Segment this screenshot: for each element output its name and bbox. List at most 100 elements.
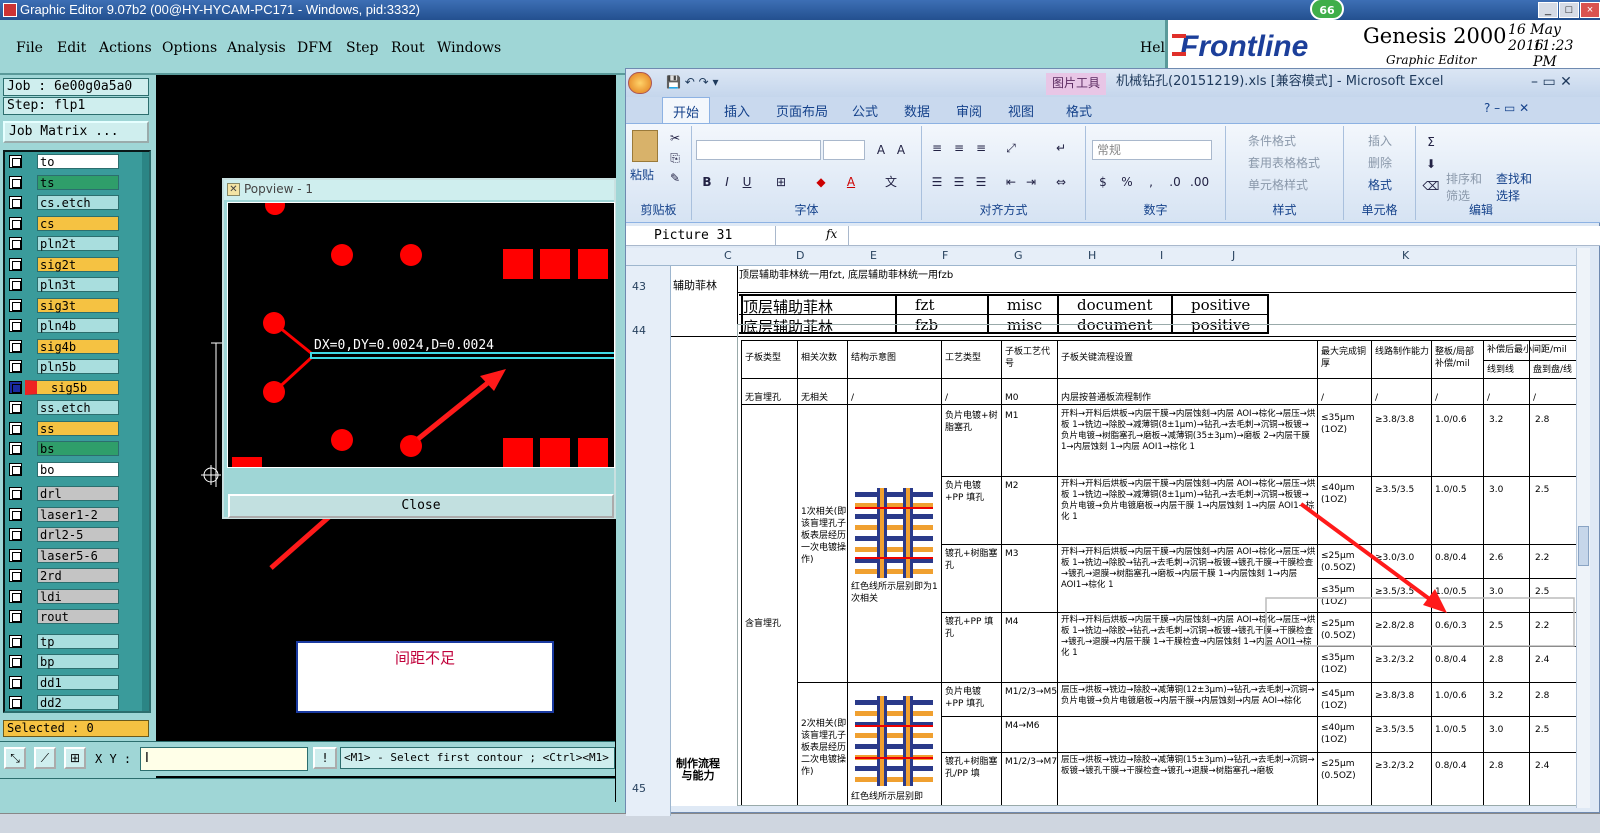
- conditional-format-button[interactable]: 条件格式: [1248, 132, 1296, 149]
- layer-name[interactable]: ldi: [37, 588, 119, 604]
- tab-page-layout[interactable]: 页面布局: [776, 101, 828, 120]
- row-header[interactable]: 43: [632, 280, 646, 293]
- grid-tool-icon[interactable]: ⊞: [64, 747, 86, 769]
- layer-name[interactable]: drl: [37, 486, 119, 501]
- font-size-select[interactable]: [823, 140, 865, 160]
- layer-checkbox[interactable]: [9, 655, 22, 668]
- layer-name[interactable]: cs.etch: [37, 195, 119, 210]
- layer-row[interactable]: ldi: [7, 588, 127, 604]
- layer-row[interactable]: ss: [7, 420, 127, 436]
- office-button-icon[interactable]: [628, 72, 652, 94]
- layer-row[interactable]: drl: [7, 486, 127, 501]
- excel-window-controls[interactable]: – ▭ ✕: [1531, 69, 1572, 95]
- insert-cells-button[interactable]: 插入: [1368, 132, 1392, 149]
- tab-review[interactable]: 审阅: [956, 101, 982, 120]
- popview-close-button[interactable]: Close: [228, 494, 614, 518]
- layer-name[interactable]: sig2t: [37, 256, 119, 272]
- layer-row[interactable]: pln3t: [7, 277, 127, 292]
- popview-close-icon[interactable]: ✕: [227, 183, 240, 196]
- layer-name[interactable]: bo: [37, 461, 119, 477]
- layer-checkbox[interactable]: [9, 339, 22, 353]
- layer-name[interactable]: ss.etch: [37, 400, 119, 415]
- merge-center-icon[interactable]: ⇔: [1052, 174, 1070, 190]
- layer-row[interactable]: pln2t: [7, 236, 127, 251]
- layer-name[interactable]: sig3t: [37, 297, 119, 313]
- align-center-icon[interactable]: ☰: [950, 174, 968, 190]
- layer-row[interactable]: drl2-5: [7, 527, 127, 542]
- bold-icon[interactable]: B: [698, 174, 716, 190]
- layer-row[interactable]: tp: [7, 633, 127, 649]
- layer-checkbox[interactable]: [9, 319, 22, 332]
- tab-data[interactable]: 数据: [904, 101, 930, 120]
- tab-home[interactable]: 开始: [662, 97, 711, 123]
- layer-checkbox[interactable]: [9, 257, 22, 271]
- layer-list-scrollbar[interactable]: [142, 152, 149, 711]
- layer-checkbox[interactable]: [9, 634, 22, 648]
- wrap-text-icon[interactable]: ↵: [1052, 140, 1070, 156]
- layer-checkbox[interactable]: [9, 421, 22, 435]
- find-select-button[interactable]: 查找和选择: [1496, 170, 1540, 204]
- layer-checkbox[interactable]: [9, 487, 22, 500]
- col-header[interactable]: G: [1014, 249, 1023, 262]
- col-header[interactable]: D: [796, 249, 804, 262]
- layer-row[interactable]: sig4b: [7, 338, 127, 354]
- layer-checkbox[interactable]: [9, 380, 22, 394]
- layer-name[interactable]: cs: [37, 215, 119, 231]
- layer-row[interactable]: 2rd: [7, 568, 127, 583]
- align-top-icon[interactable]: ≡: [928, 140, 946, 156]
- layer-checkbox[interactable]: [9, 216, 22, 230]
- menu-edit[interactable]: Edit: [57, 40, 86, 56]
- layer-name[interactable]: ts: [37, 174, 119, 190]
- layer-checkbox[interactable]: [9, 462, 22, 476]
- col-header[interactable]: F: [942, 249, 948, 262]
- layer-checkbox[interactable]: [9, 569, 22, 582]
- formula-input[interactable]: [848, 226, 1558, 245]
- layer-checkbox[interactable]: [9, 610, 22, 623]
- job-matrix-button[interactable]: Job Matrix ...: [3, 121, 149, 143]
- layer-row[interactable]: laser1-2: [7, 506, 127, 522]
- percent-icon[interactable]: %: [1118, 174, 1136, 190]
- layer-row[interactable]: dd2: [7, 695, 127, 710]
- layer-name[interactable]: dd2: [37, 695, 119, 710]
- close-window-button[interactable]: ×: [1580, 2, 1600, 18]
- copy-icon[interactable]: ⎘: [666, 150, 684, 166]
- info-icon[interactable]: !: [313, 747, 337, 769]
- layer-row[interactable]: ss.etch: [7, 400, 127, 415]
- layer-checkbox[interactable]: [9, 237, 22, 250]
- align-left-icon[interactable]: ☰: [928, 174, 946, 190]
- minimize-button[interactable]: _: [1538, 2, 1558, 18]
- name-box[interactable]: Picture 31: [626, 226, 776, 245]
- popview-canvas[interactable]: DX=0,DY=0.0024,D=0.0024: [227, 202, 615, 468]
- col-header[interactable]: K: [1402, 249, 1409, 262]
- col-header[interactable]: H: [1088, 249, 1096, 262]
- fill-color-icon[interactable]: ◆: [812, 174, 830, 190]
- layer-name[interactable]: 2rd: [37, 568, 119, 583]
- layer-name[interactable]: pln2t: [37, 236, 119, 251]
- layer-row[interactable]: sig3t: [7, 297, 127, 313]
- layer-name[interactable]: dd1: [37, 674, 119, 690]
- layer-name[interactable]: bs: [37, 441, 119, 456]
- cell-styles-button[interactable]: 单元格样式: [1248, 176, 1308, 193]
- increase-indent-icon[interactable]: ⇥: [1022, 174, 1040, 190]
- col-header[interactable]: I: [1160, 249, 1163, 262]
- layer-name[interactable]: pln3t: [37, 277, 119, 292]
- layer-checkbox[interactable]: [9, 401, 22, 414]
- layer-checkbox[interactable]: [9, 589, 22, 603]
- layer-row[interactable]: ts: [7, 174, 127, 190]
- align-middle-icon[interactable]: ≡: [950, 140, 968, 156]
- layer-row[interactable]: pln5b: [7, 359, 127, 374]
- decrease-indent-icon[interactable]: ⇤: [1002, 174, 1020, 190]
- row-header[interactable]: 45: [632, 782, 646, 795]
- font-name-select[interactable]: [696, 140, 821, 160]
- align-right-icon[interactable]: ☰: [972, 174, 990, 190]
- layer-checkbox[interactable]: [9, 442, 22, 455]
- layer-checkbox[interactable]: [9, 548, 22, 562]
- layer-checkbox[interactable]: [9, 155, 22, 168]
- col-header[interactable]: E: [870, 249, 877, 262]
- paste-icon[interactable]: [632, 130, 658, 162]
- layer-row[interactable]: bo: [7, 461, 127, 477]
- layer-name[interactable]: to: [37, 154, 119, 169]
- sort-filter-button[interactable]: 排序和筛选: [1446, 170, 1490, 204]
- align-bottom-icon[interactable]: ≡: [972, 140, 990, 156]
- menu-options[interactable]: Options: [162, 40, 217, 56]
